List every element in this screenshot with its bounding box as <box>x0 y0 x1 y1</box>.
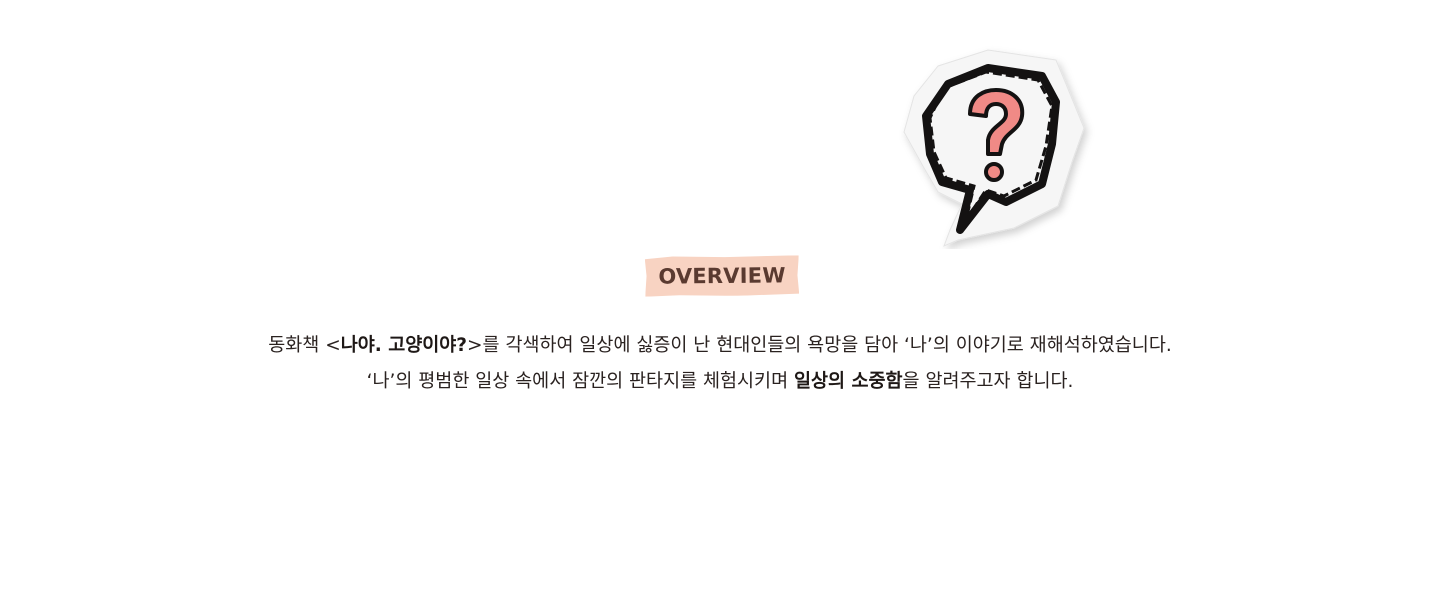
description-line-2-part-a: ‘나’의 평범한 일상 속에서 잠깐의 판타지를 체험시키며 <box>366 371 794 392</box>
question-mark-dot <box>984 162 1004 182</box>
book-title-bold: 나야. 고양이야? <box>340 335 468 356</box>
overview-tag: OVERVIEW <box>645 255 799 297</box>
description-line-2: ‘나’의 평범한 일상 속에서 잠깐의 판타지를 체험시키며 일상의 소중함을 … <box>0 364 1440 400</box>
page: OVERVIEW 동화책 <나야. 고양이야?>를 각색하여 일상에 싫증이 난… <box>0 0 1440 600</box>
description-line-1: 동화책 <나야. 고양이야?>를 각색하여 일상에 싫증이 난 현대인들의 욕망… <box>0 328 1440 364</box>
overview-label: OVERVIEW <box>658 263 786 289</box>
question-sticker-graphic <box>903 49 1085 247</box>
question-speech-bubble-icon <box>896 44 1106 249</box>
overview-description: 동화책 <나야. 고양이야?>를 각색하여 일상에 싫증이 난 현대인들의 욕망… <box>0 328 1440 400</box>
preciousness-bold: 일상의 소중함 <box>793 371 903 392</box>
description-line-2-part-c: 을 알려주고자 합니다. <box>902 371 1074 392</box>
description-line-1-part-a: 동화책 < <box>268 335 341 356</box>
description-line-1-part-c: >를 각색하여 일상에 싫증이 난 현대인들의 욕망을 담아 ‘나’의 이야기로… <box>467 335 1172 356</box>
